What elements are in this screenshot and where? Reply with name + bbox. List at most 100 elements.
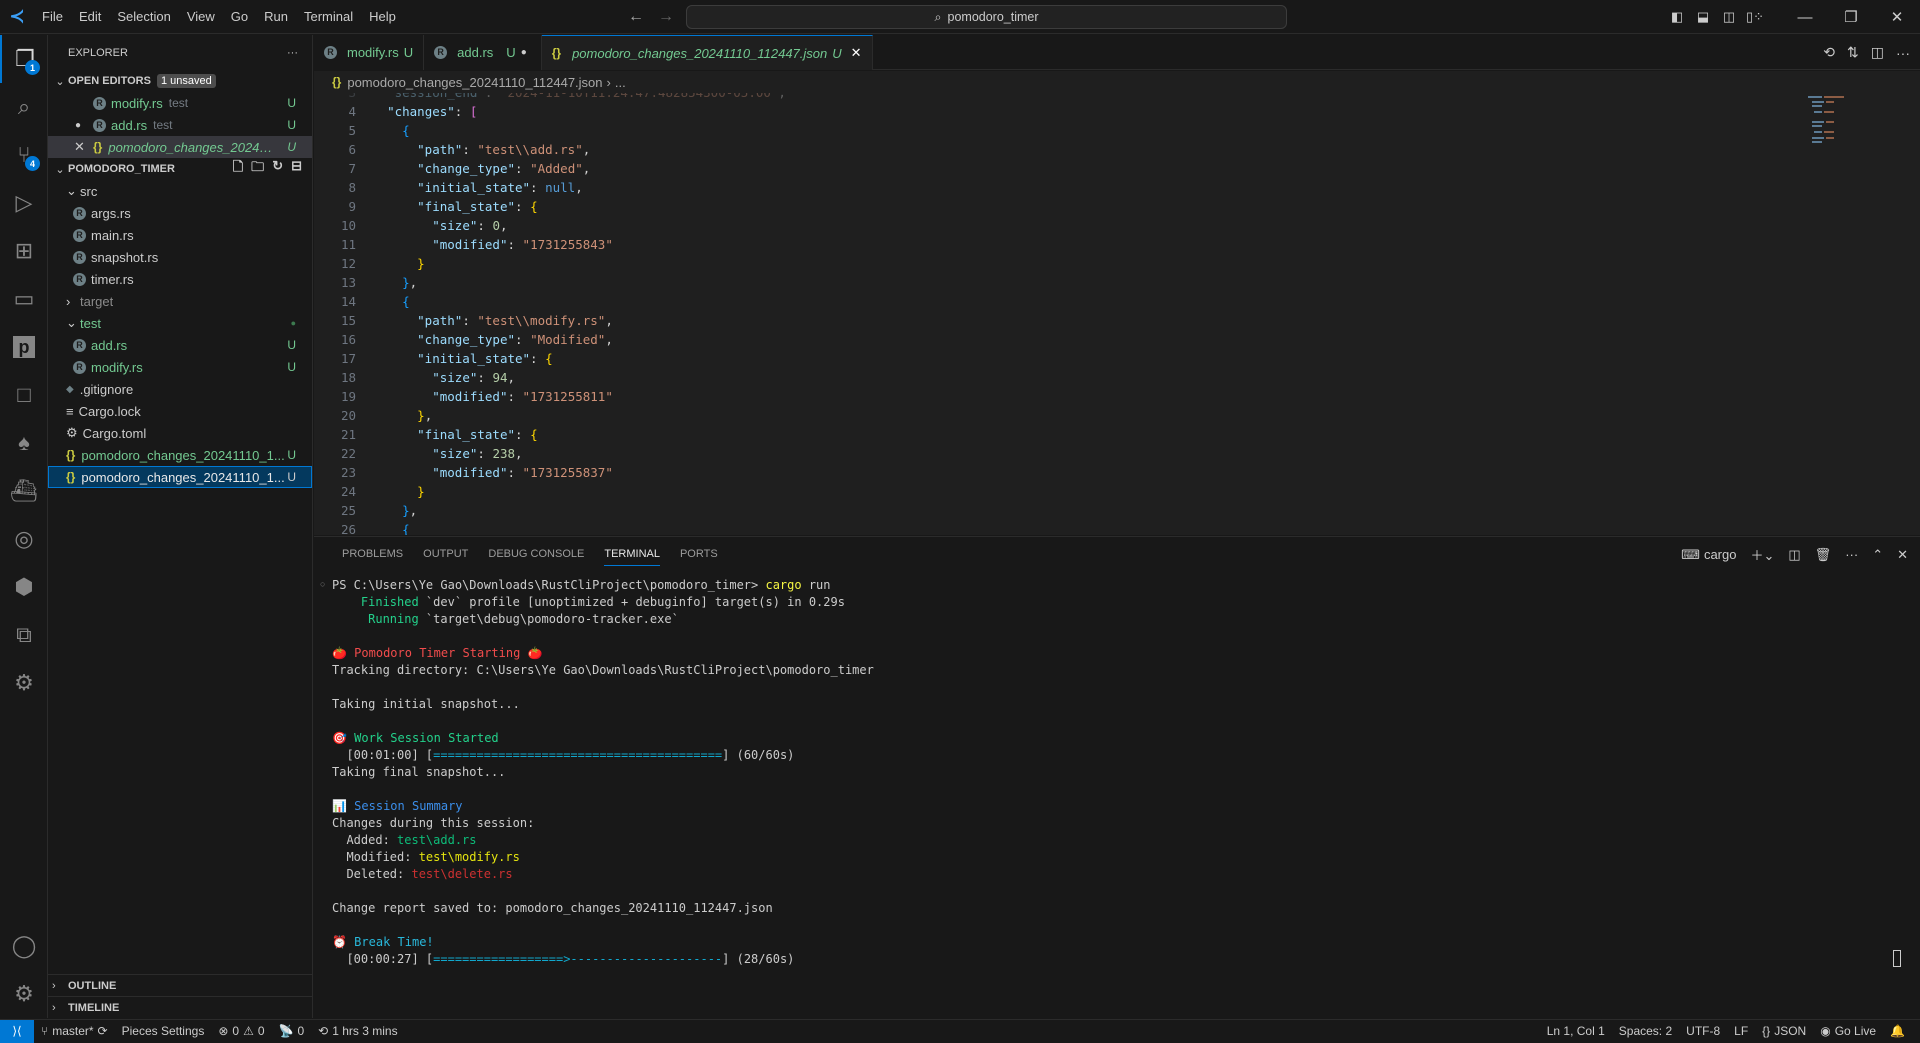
unsaved-dot-icon[interactable]: ● [521,47,527,58]
square-icon[interactable]: □ [0,371,48,419]
pieces-icon[interactable]: p [0,323,48,371]
menu-selection[interactable]: Selection [109,0,178,34]
tree-item[interactable]: Rsnapshot.rs [48,246,312,268]
timeline-history-icon[interactable]: ⟲ [1823,44,1835,61]
more-actions-icon[interactable]: ··· [1845,547,1858,562]
menu-terminal[interactable]: Terminal [296,0,361,34]
refresh-icon[interactable]: ↻ [272,158,283,180]
tree-item[interactable]: ⚙ Cargo.toml [48,422,312,444]
tree-item[interactable]: Rargs.rs [48,202,312,224]
open-editor-modify[interactable]: R modify.rs test U [48,92,312,114]
menu-help[interactable]: Help [361,0,404,34]
end-of-line[interactable]: LF [1727,1024,1755,1038]
open-editor-json[interactable]: ✕ {} pomodoro_changes_202411... U [48,136,312,158]
command-center[interactable]: ⌕ pomodoro_timer [686,5,1287,29]
close-editor-icon[interactable]: ✕ [74,139,93,155]
code-editor[interactable]: 3 "session_end": "2024-11-10T11:24:47.48… [314,93,1920,535]
explorer-icon[interactable]: ❐ 1 [0,35,48,83]
ports-indicator[interactable]: 📡 0 [272,1024,312,1038]
tree-item[interactable]: {} pomodoro_changes_20241110_1... U [48,444,312,466]
new-terminal-icon[interactable]: ＋⌄ [1750,545,1774,564]
menu-file[interactable]: File [34,0,71,34]
terminal-selector[interactable]: ⌨ cargo [1681,547,1736,563]
remote-indicator-icon[interactable]: ⟩⟨ [0,1019,34,1043]
new-folder-icon[interactable]: 🗀 [251,158,264,180]
close-panel-icon[interactable]: ✕ [1897,547,1908,563]
unsaved-dot-icon[interactable]: ● [75,120,93,131]
menu-go[interactable]: Go [223,0,256,34]
minimap[interactable] [1800,93,1860,163]
tab-modify-rs[interactable]: R modify.rs U [314,35,425,70]
cpp-config-icon[interactable]: ⚙ [0,659,48,707]
manage-gear-icon[interactable]: ⚙ [0,970,48,1018]
split-terminal-icon[interactable]: ◫ [1788,547,1800,563]
search-icon[interactable]: ⌕ [0,83,48,131]
docker-icon[interactable]: ⛴ [0,467,48,515]
tab-add-rs[interactable]: R add.rs U ● [424,35,542,70]
go-live-button[interactable]: ◉ Go Live [1813,1024,1883,1038]
menu-view[interactable]: View [179,0,223,34]
tab-terminal[interactable]: TERMINAL [594,537,670,572]
tab-output[interactable]: OUTPUT [413,537,478,572]
collapse-all-icon[interactable]: ⊟ [291,158,302,180]
tab-debug-console[interactable]: DEBUG CONSOLE [478,537,594,572]
terminal-output[interactable]: PS C:\Users\Ye Gao\Downloads\RustCliProj… [332,577,874,968]
toggle-primary-sidebar-icon[interactable]: ◧ [1664,9,1690,25]
gitlens-icon[interactable]: ◎ [0,515,48,563]
close-tab-icon[interactable]: ✕ [851,45,862,61]
close-window-button[interactable]: ✕ [1874,8,1920,26]
more-actions-icon[interactable]: ··· [287,47,298,59]
compare-changes-icon[interactable]: ⇅ [1847,44,1859,61]
split-editor-icon[interactable]: ◫ [1871,44,1884,61]
tree-item[interactable]: {} pomodoro_changes_20241110_1... U [48,466,312,488]
menu-run[interactable]: Run [256,0,296,34]
minimize-button[interactable]: — [1782,9,1828,26]
extensions-icon[interactable]: ⊞ [0,227,48,275]
menu-edit[interactable]: Edit [71,0,109,34]
open-editor-add[interactable]: ● R add.rs test U [48,114,312,136]
more-actions-icon[interactable]: ··· [1896,45,1910,61]
toggle-secondary-sidebar-icon[interactable]: ◫ [1716,9,1742,25]
problems-indicator[interactable]: ⊗ 0 ⚠ 0 [211,1024,271,1038]
branch-indicator[interactable]: ⑂ master* ⟳ [34,1024,115,1038]
cursor-position[interactable]: Ln 1, Col 1 [1540,1024,1612,1038]
tree-item[interactable]: Radd.rs U [48,334,312,356]
open-editors-section[interactable]: ⌄ OPEN EDITORS 1 unsaved [48,70,312,92]
maximize-panel-chevron-up-icon[interactable]: ⌃ [1872,547,1883,563]
language-mode[interactable]: {} JSON [1755,1024,1813,1038]
command-decoration-icon[interactable]: ○ [320,579,325,589]
back-arrow-icon[interactable]: ← [628,8,644,26]
tab-problems[interactable]: PROBLEMS [332,537,413,572]
restore-button[interactable]: ❐ [1828,8,1874,26]
tree-item[interactable]: ◆ .gitignore [48,378,312,400]
breadcrumb-rest[interactable]: ... [615,75,626,90]
timeline-section[interactable]: › TIMELINE [48,996,313,1018]
tree-item[interactable]: Rmain.rs [48,224,312,246]
customize-layout-icon[interactable]: ▯⁘ [1742,9,1768,25]
toggle-panel-icon[interactable]: ⬓ [1690,9,1716,25]
tree-item[interactable]: › target [48,290,312,312]
tree-item[interactable]: ⌄ test ● [48,312,312,334]
forward-arrow-icon[interactable]: → [658,8,674,26]
remote-explorer-icon[interactable]: ▭ [0,275,48,323]
new-file-icon[interactable]: 🗋 [233,158,243,180]
run-debug-icon[interactable]: ▷ [0,179,48,227]
encoding[interactable]: UTF-8 [1679,1024,1727,1038]
tree-item[interactable]: ⌄ src [48,180,312,202]
tab-json[interactable]: {} pomodoro_changes_20241110_112447.json… [541,35,873,70]
tree-item[interactable]: Rtimer.rs [48,268,312,290]
indentation[interactable]: Spaces: 2 [1612,1024,1679,1038]
time-tracker[interactable]: ⟲ 1 hrs 3 mins [311,1024,404,1038]
source-control-icon[interactable]: ⑂ 4 [0,131,48,179]
project-section[interactable]: ⌄ POMODORO_TIMER 🗋 🗀 ↻ ⊟ [48,158,312,180]
diagram-icon[interactable]: ⧉ [0,611,48,659]
breadcrumb-file[interactable]: pomodoro_changes_20241110_112447.json [347,75,602,90]
pieces-settings[interactable]: Pieces Settings [115,1024,212,1038]
mongodb-leaf-icon[interactable]: ♠ [0,419,48,467]
kill-terminal-trash-icon[interactable]: 🗑 [1815,547,1832,563]
tab-ports[interactable]: PORTS [670,537,728,572]
tree-item[interactable]: ≡ Cargo.lock [48,400,312,422]
sync-icon[interactable]: ⟳ [98,1024,108,1038]
notifications-bell-icon[interactable]: 🔔 [1883,1024,1912,1038]
outline-section[interactable]: › OUTLINE [48,974,313,996]
